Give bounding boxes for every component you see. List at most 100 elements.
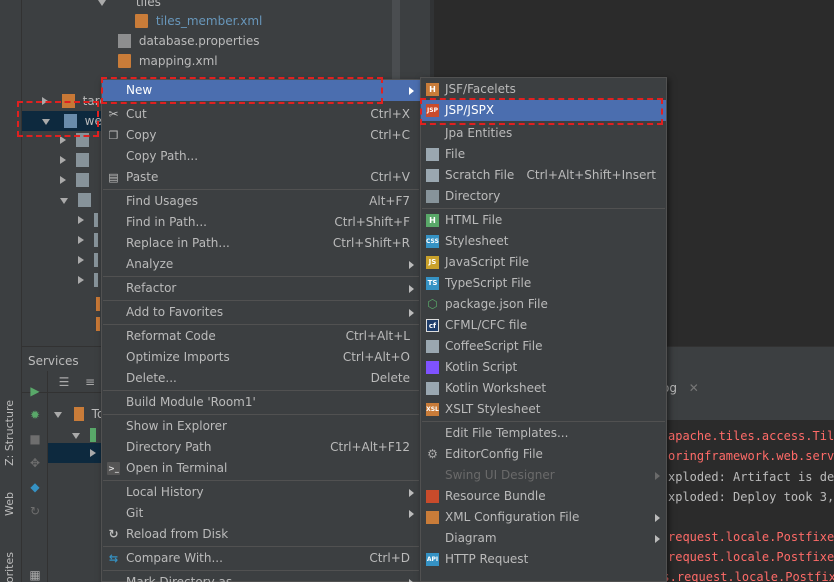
menu-separator (103, 390, 419, 391)
menu-item-mark-directory-as[interactable]: Mark Directory as (102, 572, 420, 582)
submenu-item-jsp-jspx[interactable]: JSP JSP/JSPX (421, 100, 666, 121)
submenu-item-typescript-file[interactable]: TS TypeScript File (421, 273, 666, 294)
expand-arrow-icon[interactable] (54, 412, 62, 418)
tree-row-web[interactable]: web (22, 111, 109, 131)
collapse-arrow-icon[interactable] (78, 256, 84, 264)
menu-item-label: Find in Path... (126, 215, 207, 229)
menu-item-reformat-code[interactable]: Reformat Code Ctrl+Alt+L (102, 326, 420, 347)
submenu-item-html-file[interactable]: H HTML File (421, 210, 666, 231)
collapse-arrow-icon[interactable] (60, 176, 66, 184)
submenu-item-edit-file-templates[interactable]: Edit File Templates... (421, 423, 666, 444)
services-tree-row[interactable] (72, 425, 100, 445)
collapse-arrow-icon[interactable] (78, 276, 84, 284)
expand-arrow-icon[interactable] (60, 198, 68, 204)
menu-item-analyze[interactable]: Analyze (102, 254, 420, 275)
menu-item-label: HTTP Request (445, 552, 529, 566)
artifact-icon[interactable]: ◆ (29, 481, 41, 493)
menu-item-refactor[interactable]: Refactor (102, 278, 420, 299)
submenu-item-xslt-stylesheet[interactable]: XSL XSLT Stylesheet (421, 399, 666, 420)
menu-item-replace-in-path[interactable]: Replace in Path... Ctrl+Shift+R (102, 233, 420, 254)
run-icon[interactable]: ▶ (29, 385, 41, 397)
tree-row-child[interactable] (60, 130, 93, 150)
submenu-item-diagram[interactable]: Diagram (421, 528, 666, 549)
close-icon[interactable]: ✕ (689, 381, 699, 395)
menu-item-find-in-path[interactable]: Find in Path... Ctrl+Shift+F (102, 212, 420, 233)
menu-item-open-in-terminal[interactable]: >_ Open in Terminal (102, 458, 420, 479)
submenu-item-package-json[interactable]: ⬡ package.json File (421, 294, 666, 315)
menu-item-delete[interactable]: Delete... Delete (102, 368, 420, 389)
menu-item-paste[interactable]: ▤ Paste Ctrl+V (102, 167, 420, 188)
submenu-item-stylesheet[interactable]: CSS Stylesheet (421, 231, 666, 252)
stop-icon[interactable]: ■ (29, 433, 41, 445)
shortcut-label: Ctrl+Alt+L (345, 329, 410, 343)
compare-icon: ⇆ (108, 552, 119, 565)
menu-item-show-in-explorer[interactable]: Show in Explorer (102, 416, 420, 437)
tree-row-child[interactable] (60, 170, 93, 190)
console-line: xploded: Deploy took 3,25 (668, 490, 834, 504)
collapse-arrow-icon[interactable] (60, 136, 66, 144)
submenu-item-kotlin-script[interactable]: Kotlin Script (421, 357, 666, 378)
tree-row-child[interactable] (78, 270, 102, 290)
services-tree-row[interactable]: To (54, 404, 104, 424)
menu-item-git[interactable]: Git (102, 503, 420, 524)
tree-row-database-properties[interactable]: database.properties (118, 31, 260, 51)
tree-row-child[interactable] (78, 230, 102, 250)
submenu-item-file[interactable]: File (421, 144, 666, 165)
submenu-item-xml-configuration-file[interactable]: XML Configuration File (421, 507, 666, 528)
tree-row-child[interactable] (78, 250, 102, 270)
expand-all-icon[interactable]: ☰ (58, 376, 70, 388)
tree-row-mapping[interactable]: mapping.xml (118, 51, 218, 71)
submenu-item-editorconfig[interactable]: ⚙ EditorConfig File (421, 444, 666, 465)
submenu-item-kotlin-worksheet[interactable]: Kotlin Worksheet (421, 378, 666, 399)
web-tab[interactable]: Web (3, 492, 16, 516)
favorites-tab[interactable]: Favorites (3, 552, 16, 582)
expand-arrow-icon[interactable] (98, 0, 106, 6)
tree-row-child[interactable] (78, 210, 102, 230)
tree-row-child[interactable] (60, 190, 95, 210)
menu-item-build-module[interactable]: Build Module 'Room1' (102, 392, 420, 413)
menu-item-directory-path[interactable]: Directory Path Ctrl+Alt+F12 (102, 437, 420, 458)
tree-row-child[interactable] (60, 150, 93, 170)
collapse-arrow-icon[interactable] (78, 236, 84, 244)
menu-item-copy-path[interactable]: Copy Path... (102, 146, 420, 167)
log-tab[interactable]: og ✕ (662, 381, 699, 395)
submenu-item-javascript-file[interactable]: JS JavaScript File (421, 252, 666, 273)
shortcut-label: Ctrl+Shift+F (334, 215, 410, 229)
collapse-arrow-icon[interactable] (78, 216, 84, 224)
submenu-item-http-request[interactable]: API HTTP Request (421, 549, 666, 570)
menu-item-local-history[interactable]: Local History (102, 482, 420, 503)
submenu-item-scratch-file[interactable]: Scratch File Ctrl+Alt+Shift+Insert (421, 165, 666, 186)
structure-tab[interactable]: Z: Structure (3, 400, 16, 466)
tree-row-tiles-member[interactable]: tiles_member.xml (135, 11, 262, 31)
submenu-arrow-icon (655, 514, 660, 522)
menu-item-find-usages[interactable]: Find Usages Alt+F7 (102, 191, 420, 212)
deploy-icon[interactable]: ✥ (29, 457, 41, 469)
menu-item-label: Resource Bundle (445, 489, 546, 503)
menu-item-new[interactable]: New (102, 80, 420, 101)
menu-item-compare-with[interactable]: ⇆ Compare With... Ctrl+D (102, 548, 420, 569)
collapse-arrow-icon[interactable] (42, 97, 48, 105)
coffeescript-file-icon (426, 340, 439, 353)
shortcut-label: Ctrl+D (369, 551, 410, 565)
expand-arrow-icon[interactable] (42, 119, 50, 125)
layout-icon[interactable]: ▦ (29, 569, 41, 581)
refresh-icon[interactable]: ↻ (29, 505, 41, 517)
menu-item-add-to-favorites[interactable]: Add to Favorites (102, 302, 420, 323)
expand-arrow-icon[interactable] (72, 433, 80, 439)
debug-icon[interactable]: ✹ (29, 409, 41, 421)
submenu-item-directory[interactable]: Directory (421, 186, 666, 207)
submenu-item-coffeescript[interactable]: CoffeeScript File (421, 336, 666, 357)
menu-item-copy[interactable]: ❐ Copy Ctrl+C (102, 125, 420, 146)
collapse-arrow-icon[interactable] (60, 156, 66, 164)
menu-item-reload-from-disk[interactable]: ↻ Reload from Disk (102, 524, 420, 545)
collapse-arrow-icon[interactable] (90, 449, 96, 457)
collapse-all-icon[interactable]: ≡ (84, 376, 96, 388)
menu-item-optimize-imports[interactable]: Optimize Imports Ctrl+Alt+O (102, 347, 420, 368)
tree-row-target[interactable]: targ (42, 91, 107, 111)
submenu-item-jsf-facelets[interactable]: H JSF/Facelets (421, 79, 666, 100)
submenu-item-cfml-cfc[interactable]: cf CFML/CFC file (421, 315, 666, 336)
submenu-item-jpa-entities[interactable]: Jpa Entities (421, 123, 666, 144)
shortcut-label: Ctrl+Alt+Shift+Insert (526, 168, 656, 182)
menu-item-cut[interactable]: ✂ Cut Ctrl+X (102, 104, 420, 125)
submenu-item-resource-bundle[interactable]: Resource Bundle (421, 486, 666, 507)
